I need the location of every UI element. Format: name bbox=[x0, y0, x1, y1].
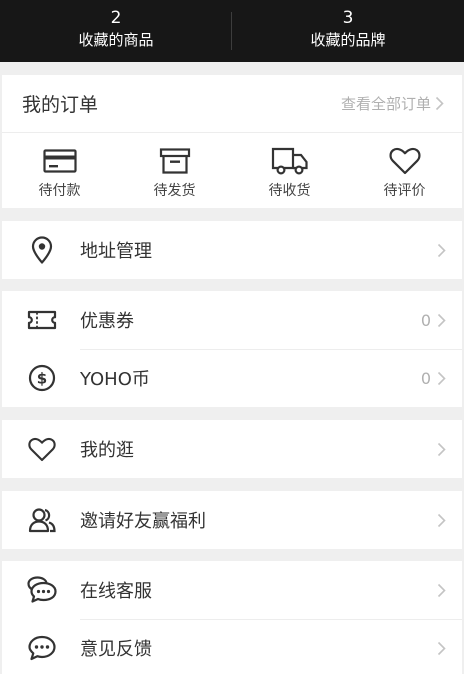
order-status-pending-shipment[interactable]: 待发货 bbox=[117, 133, 232, 207]
order-status-pending-payment[interactable]: 待付款 bbox=[2, 133, 117, 207]
address-card: 地址管理 bbox=[2, 221, 462, 279]
yoho-coin-balance: 0 bbox=[420, 368, 431, 388]
chevron-right-icon bbox=[437, 513, 446, 528]
chevron-right-icon bbox=[437, 243, 446, 258]
invite-card: 邀请好友赢福利 bbox=[2, 491, 462, 549]
favorite-brands-stat[interactable]: 3 收藏的品牌 bbox=[232, 0, 464, 62]
truck-icon bbox=[271, 145, 309, 177]
coupons-count: 0 bbox=[420, 310, 431, 330]
browse-card: 我的逛 bbox=[2, 420, 462, 478]
order-status-label: 待发货 bbox=[153, 183, 196, 199]
order-status-row: 待付款 待发货 待收货 待评价 bbox=[2, 133, 462, 207]
assets-card: 优惠券 0 $ YOHO币 0 bbox=[2, 291, 462, 407]
my-orders-title: 我的订单 bbox=[22, 94, 99, 116]
yoho-coin-row[interactable]: $ YOHO币 0 bbox=[2, 349, 462, 407]
chevron-right-icon bbox=[437, 313, 446, 328]
order-status-label: 待收货 bbox=[268, 183, 311, 199]
box-icon bbox=[159, 145, 191, 177]
coupons-row[interactable]: 优惠券 0 bbox=[2, 291, 462, 349]
chevron-right-icon bbox=[437, 583, 446, 598]
heart-icon bbox=[2, 437, 80, 462]
feedback-label: 意见反馈 bbox=[80, 639, 152, 660]
favorite-goods-stat[interactable]: 2 收藏的商品 bbox=[0, 0, 232, 62]
view-all-orders-label: 查看全部订单 bbox=[340, 95, 431, 113]
users-icon bbox=[2, 507, 80, 533]
chevron-right-icon bbox=[435, 96, 444, 111]
favorite-brands-count: 3 bbox=[342, 8, 354, 28]
online-service-label: 在线客服 bbox=[80, 581, 152, 602]
chat-dots-icon bbox=[2, 635, 80, 661]
order-status-label: 待评价 bbox=[383, 183, 426, 199]
my-browse-row[interactable]: 我的逛 bbox=[2, 420, 462, 478]
favorite-goods-count: 2 bbox=[110, 8, 122, 28]
order-status-pending-receipt[interactable]: 待收货 bbox=[232, 133, 347, 207]
online-service-row[interactable]: 在线客服 bbox=[2, 561, 462, 619]
order-status-label: 待付款 bbox=[38, 183, 81, 199]
svg-text:$: $ bbox=[36, 370, 46, 388]
heart-icon bbox=[388, 145, 421, 177]
dollar-coin-icon: $ bbox=[2, 364, 80, 392]
service-card: 在线客服 意见反馈 bbox=[2, 561, 462, 674]
location-pin-icon bbox=[2, 236, 80, 264]
chevron-right-icon bbox=[437, 641, 446, 656]
favorites-stats-bar: 2 收藏的商品 3 收藏的品牌 bbox=[0, 0, 464, 62]
card-icon bbox=[42, 145, 77, 177]
yoho-coin-label: YOHO币 bbox=[80, 369, 150, 390]
view-all-orders-link[interactable]: 查看全部订单 bbox=[341, 93, 444, 114]
favorite-brands-label: 收藏的品牌 bbox=[310, 31, 386, 49]
invite-friends-row[interactable]: 邀请好友赢福利 bbox=[2, 491, 462, 549]
order-status-pending-review[interactable]: 待评价 bbox=[347, 133, 462, 207]
chat-bubbles-icon bbox=[2, 576, 80, 604]
address-management-row[interactable]: 地址管理 bbox=[2, 221, 462, 279]
my-orders-card: 我的订单 查看全部订单 待付款 待发货 待收货 待评价 bbox=[2, 75, 462, 208]
ticket-icon bbox=[2, 310, 80, 330]
my-browse-label: 我的逛 bbox=[80, 440, 134, 461]
favorite-goods-label: 收藏的商品 bbox=[78, 31, 154, 49]
coupons-label: 优惠券 bbox=[80, 311, 134, 332]
chevron-right-icon bbox=[437, 442, 446, 457]
chevron-right-icon bbox=[437, 371, 446, 386]
address-management-label: 地址管理 bbox=[80, 241, 152, 262]
invite-friends-label: 邀请好友赢福利 bbox=[80, 511, 206, 532]
feedback-row[interactable]: 意见反馈 bbox=[2, 619, 462, 674]
my-orders-header[interactable]: 我的订单 查看全部订单 bbox=[2, 75, 462, 133]
